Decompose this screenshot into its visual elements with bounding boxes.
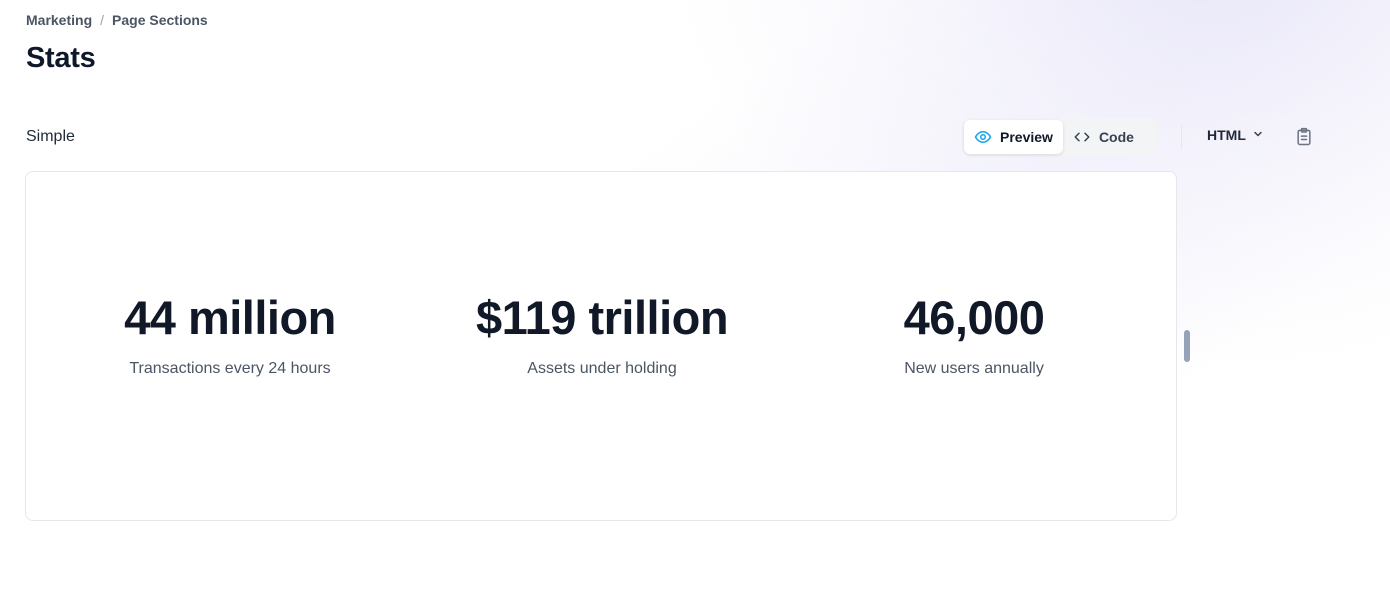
breadcrumb-separator: / (100, 12, 105, 28)
code-button[interactable]: Code (1063, 120, 1144, 154)
stat-description: New users annually (904, 360, 1044, 378)
breadcrumb: Marketing / Page Sections (26, 12, 208, 28)
clipboard-icon (1294, 127, 1314, 151)
stat-description: Assets under holding (527, 360, 677, 378)
page-title: Stats (26, 42, 96, 74)
section-label: Simple (26, 128, 75, 145)
stat-description: Transactions every 24 hours (129, 360, 331, 378)
page: Marketing / Page Sections Stats Simple P… (0, 0, 1390, 599)
preview-button[interactable]: Preview (964, 120, 1063, 154)
preview-panel: 44 million Transactions every 24 hours $… (25, 171, 1177, 521)
stat-item: 46,000 New users annually (794, 290, 1154, 378)
code-icon (1073, 128, 1091, 146)
language-select-value: HTML (1207, 127, 1246, 143)
stat-value: $119 trillion (475, 291, 729, 344)
stats-grid: 44 million Transactions every 24 hours $… (26, 172, 1176, 520)
chevron-down-icon (1252, 127, 1264, 143)
stat-item: $119 trillion Assets under holding (422, 290, 782, 378)
preview-button-label: Preview (1000, 129, 1053, 145)
stat-value: 46,000 (903, 291, 1045, 344)
breadcrumb-item-marketing[interactable]: Marketing (26, 12, 92, 28)
eye-icon (974, 128, 992, 146)
toolbar-divider (1181, 125, 1182, 149)
stat-item: 44 million Transactions every 24 hours (50, 290, 410, 378)
resize-handle[interactable] (1184, 330, 1190, 362)
language-select[interactable]: HTML (1207, 127, 1264, 143)
copy-button[interactable] (1294, 127, 1314, 147)
stat-value: 44 million (124, 291, 336, 344)
view-toggle: Preview Code (962, 118, 1157, 156)
breadcrumb-item-page-sections[interactable]: Page Sections (112, 12, 208, 28)
code-button-label: Code (1098, 129, 1134, 145)
